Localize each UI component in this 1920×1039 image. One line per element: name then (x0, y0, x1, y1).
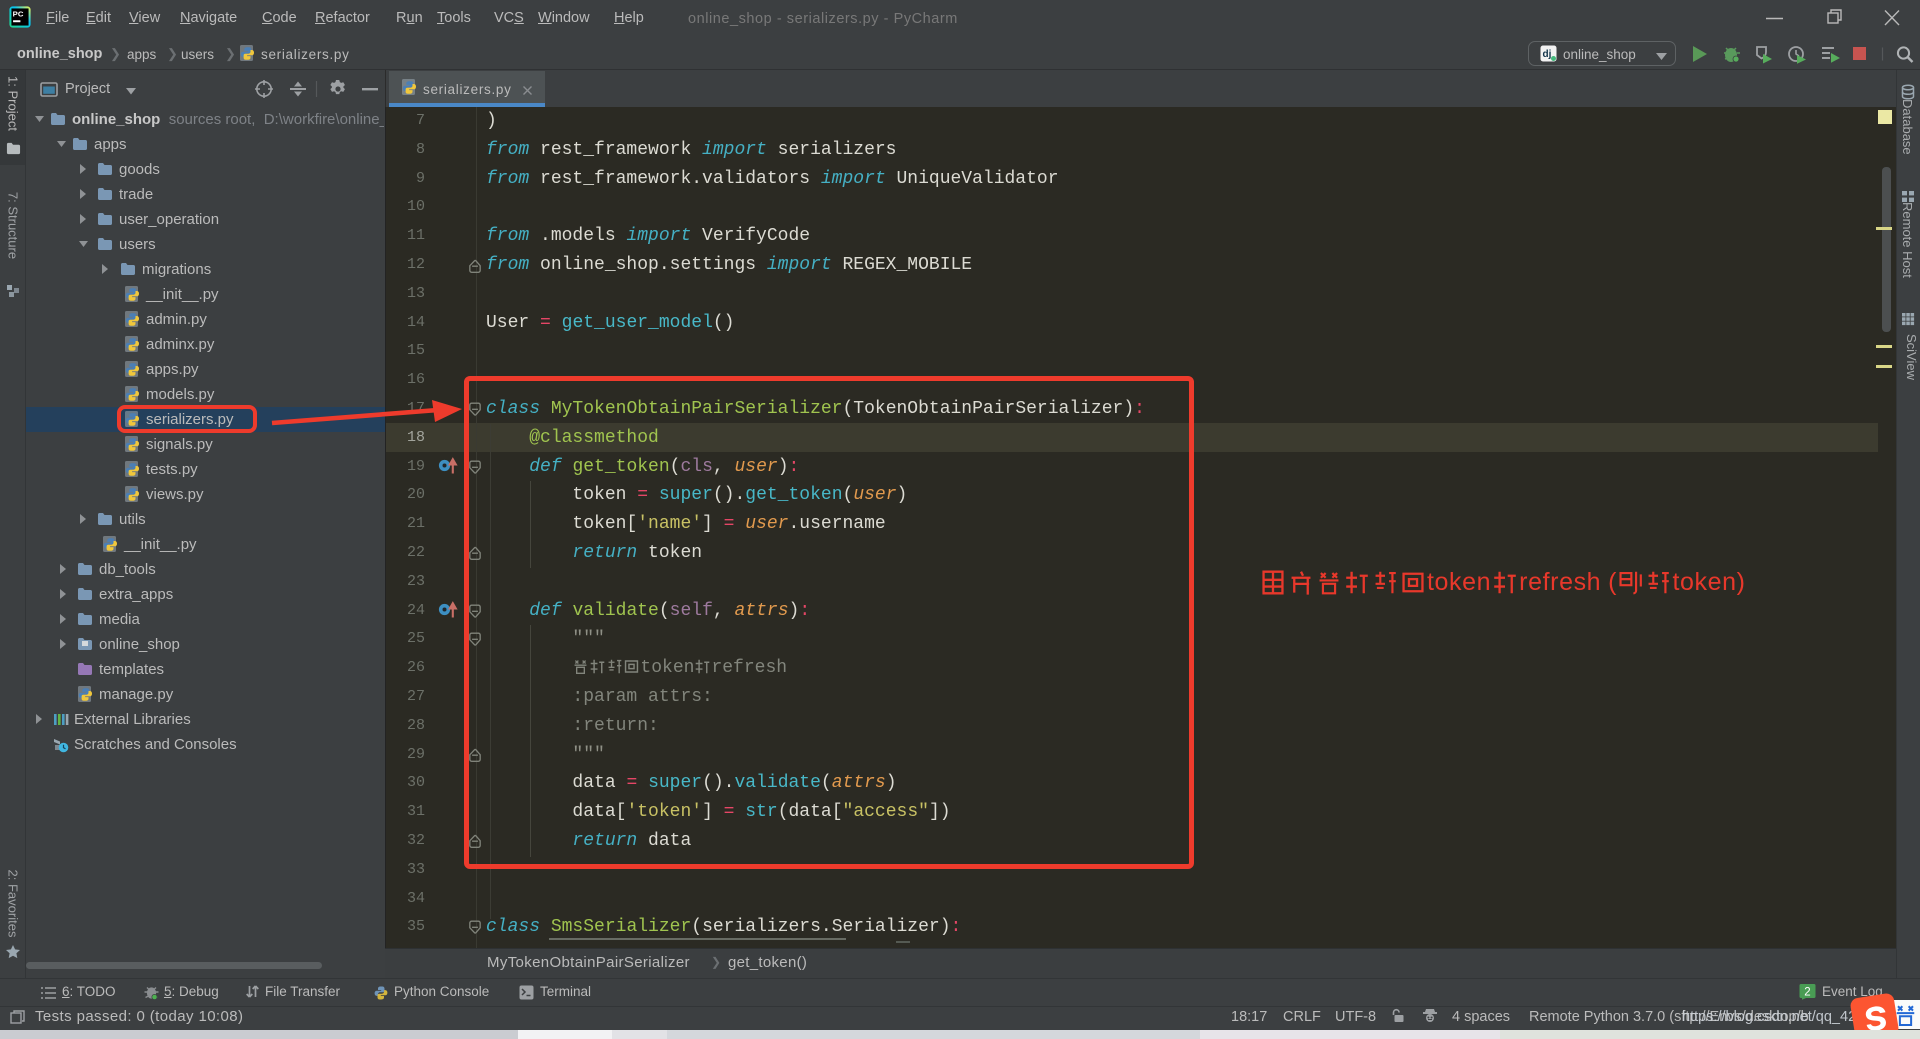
svg-text:2: 2 (1804, 986, 1810, 998)
svg-text:dj: dj (1543, 49, 1552, 60)
